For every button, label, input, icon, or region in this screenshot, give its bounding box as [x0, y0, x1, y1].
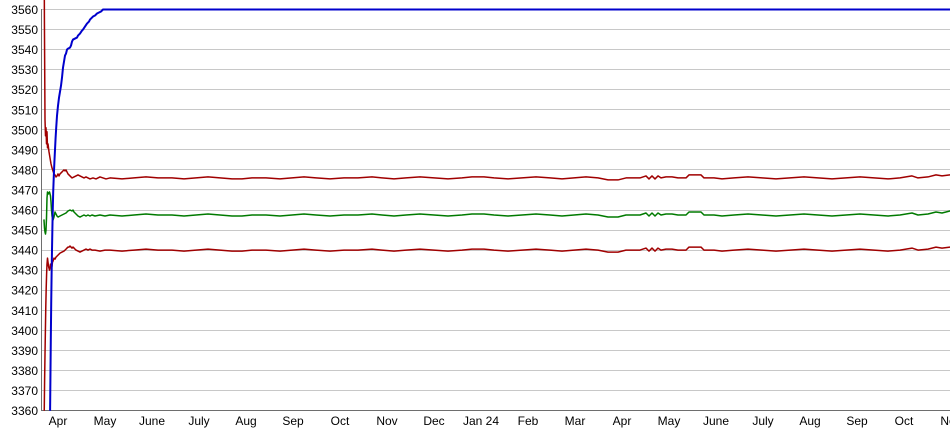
x-axis-labels: Apr May June July Aug Sep Oct Nov Dec Jan 24 Feb Ma… — [49, 414, 950, 428]
chart-container: 3360 3370 3380 3390 3400 3410 3420 3430 3440 3450… — [0, 0, 950, 435]
y-axis-label: 3420 — [11, 284, 38, 298]
x-axis-label: Aug — [235, 414, 256, 428]
x-axis-label: June — [703, 414, 729, 428]
y-axis-label: 3530 — [11, 63, 38, 77]
x-axis-label: Nov — [940, 414, 950, 428]
y-axis-label: 3500 — [11, 123, 38, 137]
y-axis-label: 3490 — [11, 143, 38, 157]
series-green-mean — [44, 192, 950, 234]
x-axis-label: May — [94, 414, 117, 428]
x-axis-label: Nov — [376, 414, 397, 428]
x-axis-label: Apr — [49, 414, 68, 428]
y-axis-label: 3380 — [11, 364, 38, 378]
y-axis-label: 3460 — [11, 204, 38, 218]
y-axis-label: 3470 — [11, 183, 38, 197]
y-axis-label: 3480 — [11, 163, 38, 177]
x-axis-label: May — [658, 414, 681, 428]
series-group — [44, 0, 950, 431]
x-axis-label: Feb — [518, 414, 539, 428]
y-axis-label: 3360 — [11, 404, 38, 418]
y-axis-label: 3430 — [11, 264, 38, 278]
series-lower-red-band — [44, 246, 950, 430]
x-axis-label: Jan 24 — [463, 414, 499, 428]
y-axis-label: 3370 — [11, 384, 38, 398]
y-axis-label: 3520 — [11, 83, 38, 97]
y-axis-label: 3440 — [11, 244, 38, 258]
x-axis-label: June — [139, 414, 165, 428]
y-axis-label: 3390 — [11, 344, 38, 358]
y-axis-label: 3450 — [11, 224, 38, 238]
y-axis-label: 3550 — [11, 23, 38, 37]
x-axis-label: Apr — [613, 414, 632, 428]
x-axis-label: Aug — [799, 414, 820, 428]
x-axis-label: July — [752, 414, 773, 428]
y-axis-label: 3400 — [11, 324, 38, 338]
y-axis-labels: 3360 3370 3380 3390 3400 3410 3420 3430 3440 3450… — [11, 3, 38, 418]
gridlines — [42, 10, 950, 411]
y-axis-label: 3410 — [11, 304, 38, 318]
y-axis-label: 3540 — [11, 43, 38, 57]
x-axis-label: Mar — [565, 414, 586, 428]
rating-chart: 3360 3370 3380 3390 3400 3410 3420 3430 3440 3450… — [0, 0, 950, 435]
x-axis-label: Oct — [331, 414, 350, 428]
y-axis-label: 3560 — [11, 3, 38, 17]
x-axis-label: July — [188, 414, 209, 428]
x-axis-label: Sep — [846, 414, 868, 428]
y-axis-label: 3510 — [11, 103, 38, 117]
x-axis-label: Oct — [895, 414, 914, 428]
x-axis-label: Dec — [423, 414, 444, 428]
x-axis-label: Sep — [282, 414, 304, 428]
